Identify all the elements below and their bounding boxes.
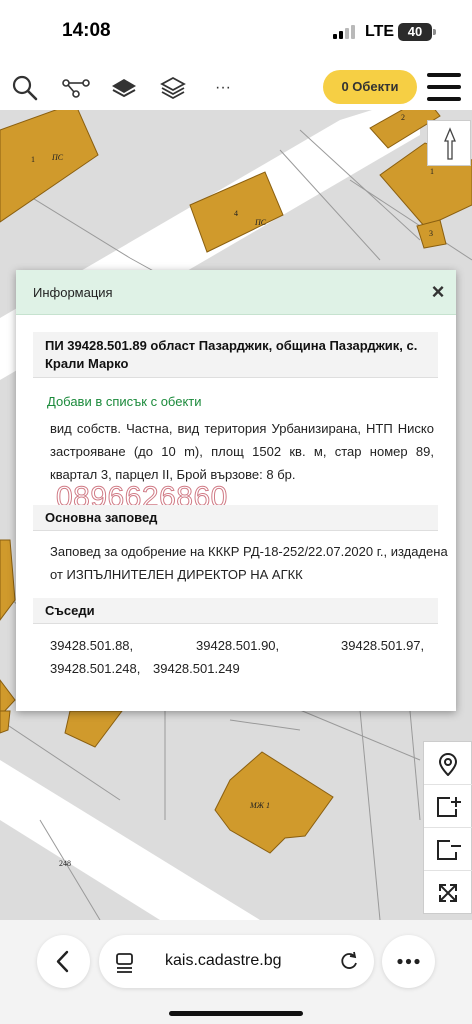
neighbor-item[interactable]: 39428.501.90,: [196, 634, 279, 657]
more-icon[interactable]: ···: [211, 74, 235, 102]
map-label: МЖ 1: [249, 801, 270, 810]
zoom-box-plus-icon: [437, 797, 461, 817]
add-to-list-link[interactable]: Добави в списък с обекти: [47, 394, 202, 409]
close-icon[interactable]: ×: [427, 280, 449, 304]
route-nodes-icon[interactable]: [61, 74, 91, 102]
more-options-button[interactable]: [382, 935, 435, 988]
map-label: 1: [430, 167, 434, 176]
neighbor-item[interactable]: 39428.501.248,: [50, 657, 140, 680]
north-arrow-icon: [444, 127, 456, 160]
address-bar[interactable]: kais.cadastre.bg: [99, 935, 374, 988]
ellipsis-icon: [397, 958, 420, 965]
browser-bottom-bar: kais.cadastre.bg: [0, 920, 472, 1024]
side-tools: [423, 741, 472, 914]
map-label: ПС: [51, 153, 64, 162]
map-label: ПС: [254, 218, 267, 227]
info-dialog: Информация × ПИ 39428.501.89 област Паза…: [16, 270, 456, 711]
neighbor-item[interactable]: 39428.501.249: [153, 657, 240, 680]
url-text: kais.cadastre.bg: [165, 952, 282, 969]
neighbor-item[interactable]: 39428.501.88,: [50, 634, 133, 657]
search-icon[interactable]: [11, 74, 39, 102]
map-label: 3: [429, 229, 433, 238]
home-indicator: [169, 1011, 303, 1016]
battery-icon: 40: [398, 23, 432, 41]
zoom-box-minus-icon: [437, 840, 461, 860]
location-pin-button[interactable]: [424, 742, 472, 785]
zoom-in-box-button[interactable]: [424, 785, 472, 828]
zoom-out-box-button[interactable]: [424, 828, 472, 871]
parcel-description: вид собств. Частна, вид територия Урбани…: [50, 421, 434, 482]
map-road-lower: [0, 760, 260, 920]
status-bar: 14:08 LTE 40: [0, 0, 472, 64]
layers-filled-icon[interactable]: [110, 74, 138, 102]
map-toolbar: ··· 0 Обекти: [0, 64, 472, 110]
location-pin-icon: [438, 752, 458, 776]
signal-icon: [333, 25, 357, 39]
order-text: Заповед за одобрение на КККР РД-18-252/2…: [50, 544, 448, 582]
map-label: 2: [401, 113, 405, 122]
reload-icon[interactable]: [338, 951, 360, 973]
back-button[interactable]: [37, 935, 90, 988]
north-arrow-button[interactable]: [427, 120, 471, 166]
menu-icon[interactable]: [427, 73, 461, 101]
neighbor-item[interactable]: 39428.501.97,: [341, 634, 424, 657]
dialog-title: Информация: [33, 285, 113, 300]
dialog-header: Информация ×: [16, 270, 456, 315]
neighbors-heading: Съседи: [33, 598, 438, 624]
objects-button[interactable]: 0 Обекти: [323, 70, 417, 104]
neighbors-list: 39428.501.88, 39428.501.90, 39428.501.97…: [50, 634, 434, 680]
map-label: 4: [234, 209, 238, 218]
fullscreen-icon: [439, 884, 457, 902]
fullscreen-button[interactable]: [424, 871, 472, 914]
network-label: LTE: [365, 23, 395, 40]
status-time: 14:08: [62, 20, 111, 41]
battery-tip: [433, 29, 436, 35]
map-label: 248: [59, 859, 71, 868]
layers-outline-icon[interactable]: [159, 74, 187, 102]
chevron-left-icon: [56, 950, 69, 973]
map-label: 1: [31, 155, 35, 164]
page-menu-icon[interactable]: [113, 950, 137, 974]
order-heading: Основна заповед: [33, 505, 438, 531]
parcel-title: ПИ 39428.501.89 област Пазарджик, община…: [33, 332, 438, 378]
